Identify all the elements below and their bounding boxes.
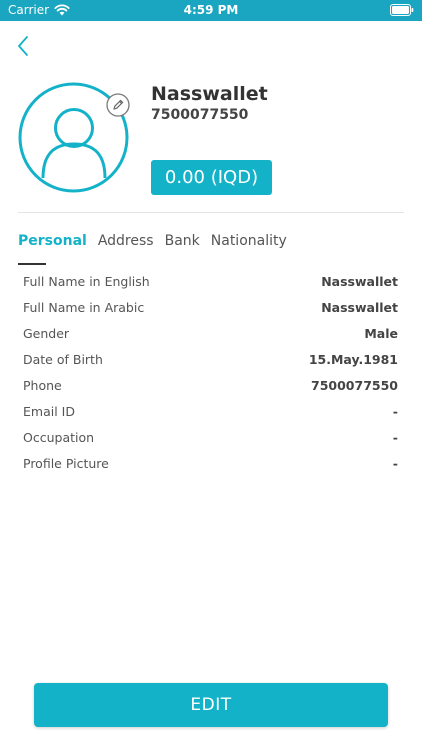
detail-row-full-name-arabic: Full Name in Arabic Nasswallet (23, 294, 398, 320)
tab-nationality[interactable]: Nationality (211, 231, 287, 265)
status-time: 4:59 PM (183, 3, 239, 17)
balance-badge: 0.00 (IQD) (151, 160, 272, 195)
edit-button[interactable]: EDIT (34, 683, 388, 727)
detail-row-phone: Phone 7500077550 (23, 372, 398, 398)
detail-label: Date of Birth (23, 351, 103, 367)
detail-row-full-name-english: Full Name in English Nasswallet (23, 268, 398, 294)
profile-phone: 7500077550 (151, 107, 249, 123)
detail-value: - (392, 455, 398, 471)
detail-row-date-of-birth: Date of Birth 15.May.1981 (23, 346, 398, 372)
detail-row-profile-picture: Profile Picture - (23, 450, 398, 476)
detail-label: Full Name in English (23, 273, 150, 289)
tab-address[interactable]: Address (98, 231, 154, 265)
battery-icon (390, 4, 414, 16)
detail-row-occupation: Occupation - (23, 424, 398, 450)
detail-value: Nasswallet (321, 299, 398, 315)
detail-value: - (392, 403, 398, 419)
back-button[interactable] (12, 34, 36, 58)
detail-row-email-id: Email ID - (23, 398, 398, 424)
detail-label: Profile Picture (23, 455, 109, 471)
detail-label: Gender (23, 325, 70, 341)
detail-value: Male (364, 325, 398, 341)
detail-row-gender: Gender Male (23, 320, 398, 346)
divider (18, 212, 404, 213)
detail-value: 15.May.1981 (308, 351, 398, 367)
personal-details-list: Full Name in English Nasswallet Full Nam… (23, 268, 398, 476)
detail-value: - (392, 429, 398, 445)
status-bar: Carrier 4:59 PM (0, 0, 422, 21)
pencil-icon[interactable] (106, 93, 130, 117)
detail-label: Occupation (23, 429, 95, 445)
detail-value: Nasswallet (321, 273, 398, 289)
tab-personal[interactable]: Personal (18, 231, 87, 265)
profile-tabs: Personal Address Bank Nationality (18, 231, 287, 265)
tab-bank[interactable]: Bank (165, 231, 200, 265)
detail-label: Email ID (23, 403, 75, 419)
detail-label: Phone (23, 377, 62, 393)
detail-label: Full Name in Arabic (23, 299, 145, 315)
profile-name: Nasswallet (151, 83, 268, 105)
detail-value: 7500077550 (311, 377, 398, 393)
